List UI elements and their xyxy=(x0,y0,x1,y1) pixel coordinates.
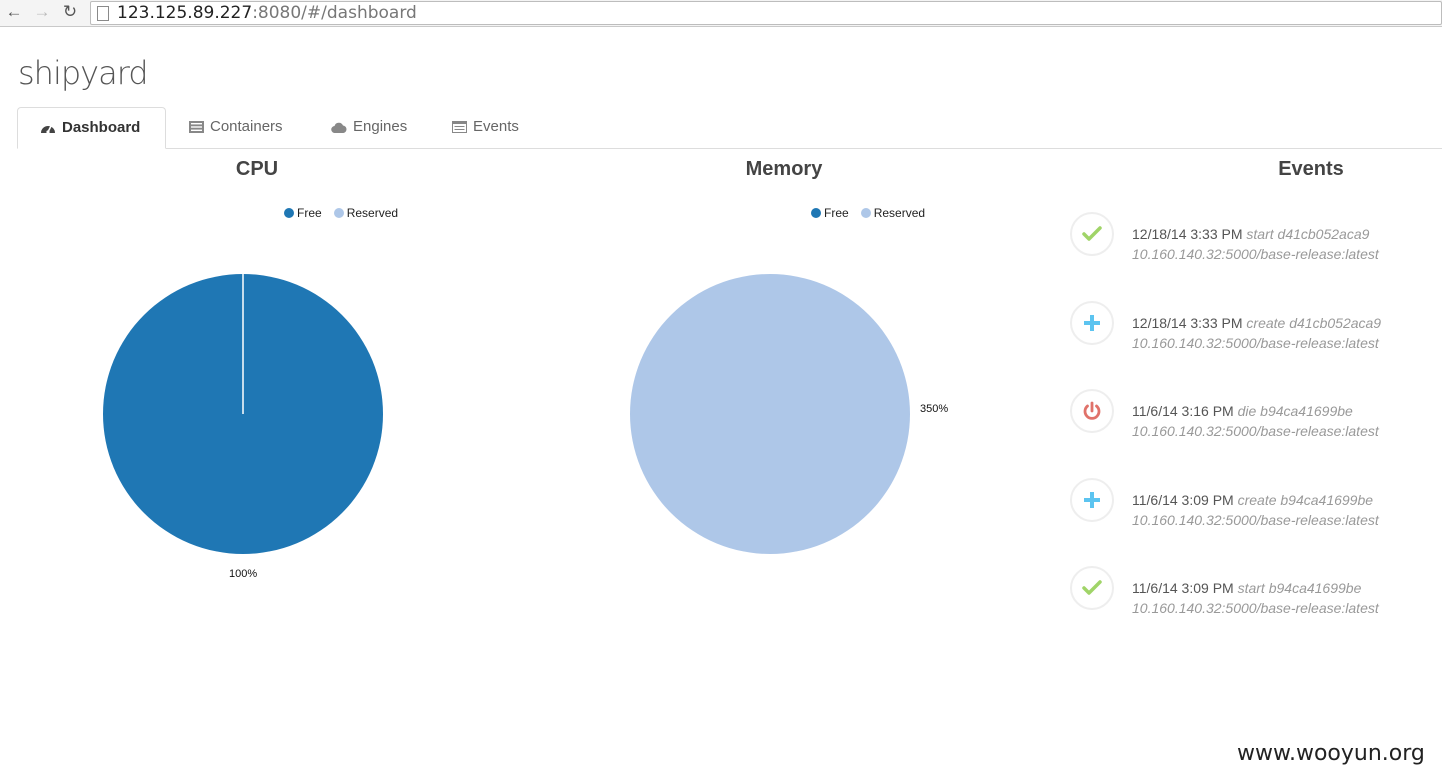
event-summary: 11/6/14 3:09 PM start b94ca41699be xyxy=(1132,580,1361,596)
event-desc: start d41cb052aca9 xyxy=(1246,226,1370,242)
legend-free-label: Free xyxy=(824,206,849,220)
cpu-legend: Free Reserved xyxy=(284,206,398,220)
tab-containers-label: Containers xyxy=(210,118,283,135)
memory-pie-label: 350% xyxy=(920,403,949,415)
legend-reserved-swatch xyxy=(333,208,344,218)
event-desc: start b94ca41699be xyxy=(1237,580,1362,596)
cpu-pie-label: 100% xyxy=(229,568,258,580)
event-desc: die b94ca41699be xyxy=(1237,403,1353,419)
legend-reserved-label: Reserved xyxy=(873,206,926,220)
event-time: 11/6/14 3:09 PM xyxy=(1132,492,1234,508)
legend-reserved-label: Reserved xyxy=(346,206,399,220)
address-bar[interactable]: 123.125.89.227:8080/#/dashboard xyxy=(90,1,1442,25)
event-summary: 11/6/14 3:09 PM create b94ca41699be xyxy=(1132,492,1373,508)
page-icon xyxy=(97,6,109,21)
shipyard-logo[interactable]: shipyard xyxy=(18,54,149,92)
event-image: 10.160.140.32:5000/base-release:latest xyxy=(1132,423,1379,439)
dashboard-icon xyxy=(41,125,55,134)
url-host: 123.125.89.227 xyxy=(117,3,253,23)
legend-reserved-swatch xyxy=(860,208,871,218)
tab-events-label: Events xyxy=(473,118,519,135)
event-summary: 11/6/14 3:16 PM die b94ca41699be xyxy=(1132,403,1353,419)
event-item[interactable]: 11/6/14 3:16 PM die b94ca41699be 10.160.… xyxy=(1070,386,1442,439)
main-tabs: Dashboard Containers Engines Events xyxy=(17,107,1442,149)
forward-arrow-icon[interactable]: → xyxy=(32,2,52,22)
check-icon xyxy=(1070,566,1114,610)
legend-reserved[interactable]: Reserved xyxy=(860,206,926,220)
cpu-chart-title: CPU xyxy=(235,158,279,180)
plus-icon xyxy=(1070,301,1114,345)
event-summary: 12/18/14 3:33 PM start d41cb052aca9 xyxy=(1132,226,1369,242)
legend-free[interactable]: Free xyxy=(811,206,849,220)
url-text[interactable]: 123.125.89.227:8080/#/dashboard xyxy=(117,3,417,23)
cpu-pie-chart xyxy=(103,274,383,554)
memory-legend: Free Reserved xyxy=(811,206,925,220)
event-time: 11/6/14 3:09 PM xyxy=(1132,580,1234,596)
event-item[interactable]: 12/18/14 3:33 PM start d41cb052aca9 10.1… xyxy=(1070,209,1442,262)
event-item[interactable]: 11/6/14 3:09 PM create b94ca41699be 10.1… xyxy=(1070,475,1442,528)
containers-icon xyxy=(189,121,204,133)
cloud-icon xyxy=(331,122,347,133)
event-image: 10.160.140.32:5000/base-release:latest xyxy=(1132,600,1379,616)
power-icon xyxy=(1070,389,1114,433)
browser-toolbar: ← → ↻ 123.125.89.227:8080/#/dashboard xyxy=(0,0,1442,27)
tab-dashboard[interactable]: Dashboard xyxy=(17,107,166,149)
event-desc: create b94ca41699be xyxy=(1237,492,1374,508)
events-title: Events xyxy=(1278,158,1344,180)
event-image: 10.160.140.32:5000/base-release:latest xyxy=(1132,335,1379,351)
tab-events[interactable]: Events xyxy=(430,107,541,147)
tab-dashboard-label: Dashboard xyxy=(62,119,141,136)
event-time: 11/6/14 3:16 PM xyxy=(1132,403,1234,419)
legend-free-swatch xyxy=(284,208,294,218)
event-desc: create d41cb052aca9 xyxy=(1246,315,1382,331)
event-item[interactable]: 12/18/14 3:33 PM create d41cb052aca9 10.… xyxy=(1070,298,1442,351)
legend-free-label: Free xyxy=(297,206,322,220)
legend-free-swatch xyxy=(811,208,821,218)
reload-icon[interactable]: ↻ xyxy=(60,2,80,22)
event-image: 10.160.140.32:5000/base-release:latest xyxy=(1132,512,1379,528)
pie-slice-reserved[interactable] xyxy=(630,274,910,554)
check-icon xyxy=(1070,212,1114,256)
legend-reserved[interactable]: Reserved xyxy=(333,206,399,220)
watermark: www.wooyun.org xyxy=(1237,741,1425,766)
event-summary: 12/18/14 3:33 PM create d41cb052aca9 xyxy=(1132,315,1381,331)
event-time: 12/18/14 3:33 PM xyxy=(1132,315,1243,331)
event-item[interactable]: 11/6/14 3:09 PM start b94ca41699be 10.16… xyxy=(1070,563,1442,616)
tab-engines-label: Engines xyxy=(353,118,408,135)
plus-icon xyxy=(1070,478,1114,522)
tab-containers[interactable]: Containers xyxy=(167,107,305,147)
memory-chart-title: Memory xyxy=(745,158,823,180)
back-arrow-icon[interactable]: ← xyxy=(4,2,24,22)
legend-free[interactable]: Free xyxy=(284,206,322,220)
list-icon xyxy=(452,121,467,133)
url-path: :8080/#/dashboard xyxy=(252,3,417,23)
tab-engines[interactable]: Engines xyxy=(309,107,429,147)
memory-pie-chart xyxy=(630,274,910,554)
event-time: 12/18/14 3:33 PM xyxy=(1132,226,1243,242)
event-image: 10.160.140.32:5000/base-release:latest xyxy=(1132,246,1379,262)
